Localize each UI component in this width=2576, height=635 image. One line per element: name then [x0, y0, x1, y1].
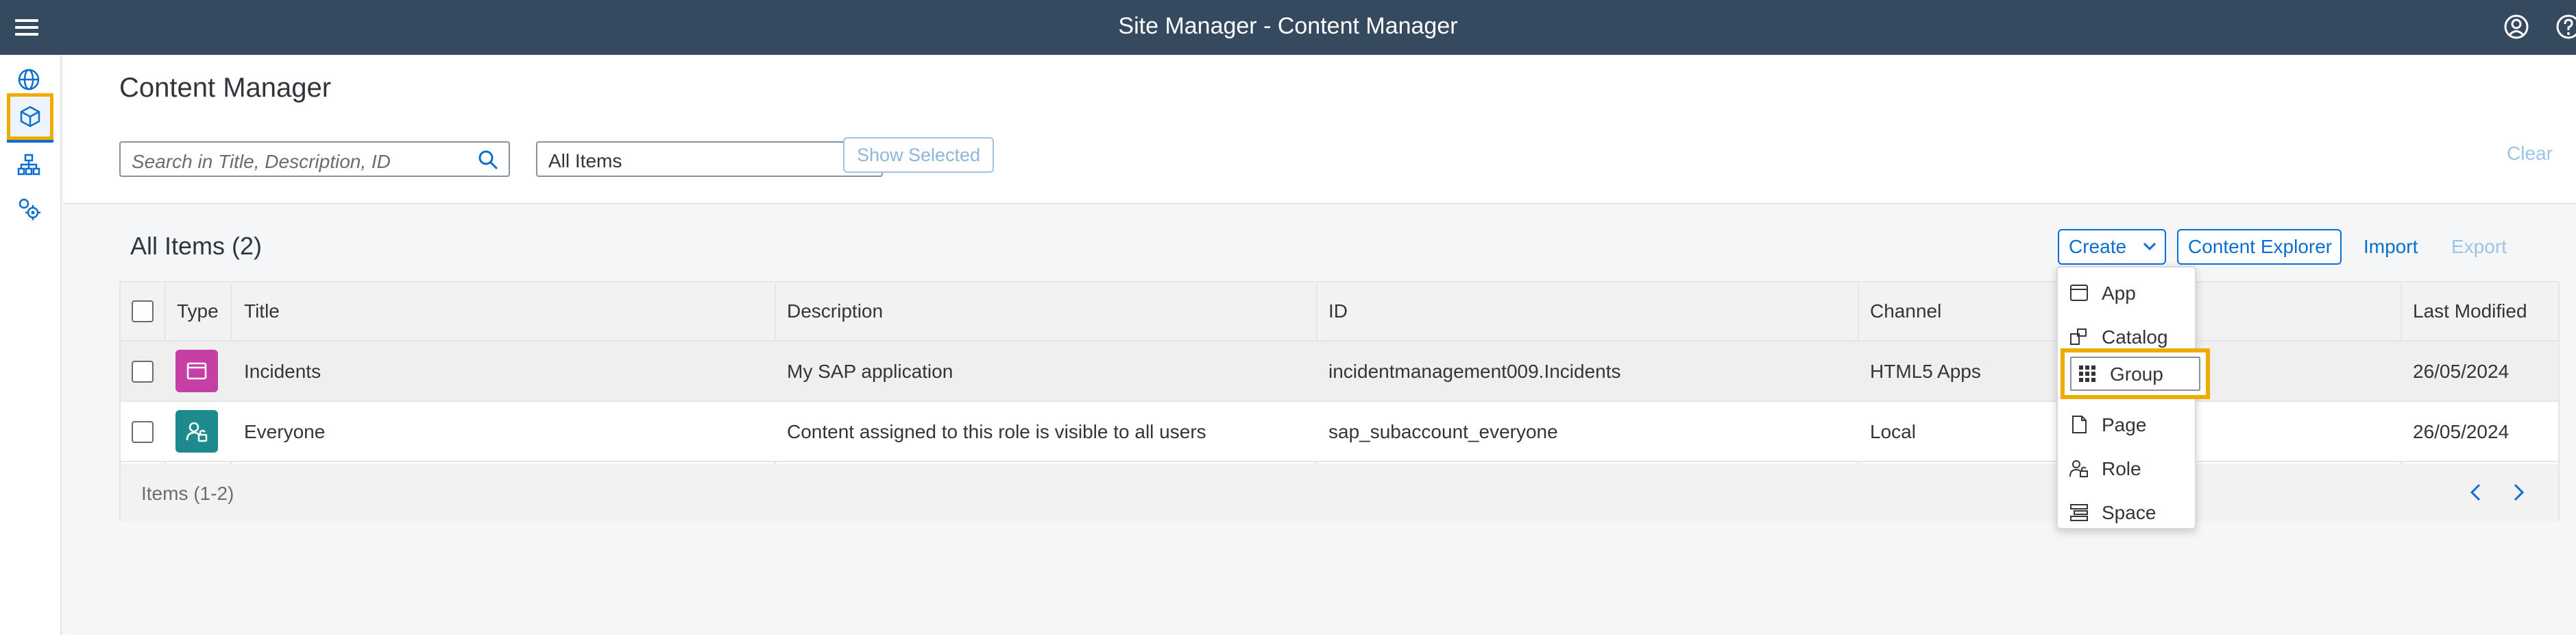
side-navigation	[0, 55, 62, 635]
menu-item-group[interactable]: Group	[2061, 348, 2210, 399]
row-description: Content assigned to this role is visible…	[787, 421, 1206, 442]
export-button[interactable]: Export	[2451, 236, 2507, 258]
menu-item-label: App	[2102, 283, 2136, 304]
search-icon[interactable]	[477, 149, 499, 171]
filter-value: All Items	[548, 150, 622, 171]
chevron-left-icon[interactable]	[2464, 480, 2488, 505]
role-icon	[2069, 460, 2088, 477]
row-checkbox[interactable]	[132, 421, 154, 443]
create-label: Create	[2069, 236, 2127, 257]
cube-icon	[20, 106, 40, 128]
role-type-icon	[175, 410, 218, 453]
globe-icon	[18, 69, 40, 91]
menu-item-label: Space	[2102, 502, 2156, 523]
chevron-down-icon	[2143, 242, 2156, 251]
row-description: My SAP application	[787, 361, 953, 382]
menu-item-label: Group	[2110, 363, 2163, 385]
search-input[interactable]: Search in Title, Description, ID	[119, 141, 510, 177]
menu-item-page[interactable]: Page	[2058, 403, 2195, 446]
show-selected-button[interactable]: Show Selected	[843, 137, 994, 173]
import-button[interactable]: Import	[2364, 236, 2418, 258]
column-header-last-modified[interactable]: Last Modified	[2413, 300, 2527, 322]
row-checkbox[interactable]	[132, 361, 154, 383]
search-placeholder: Search in Title, Description, ID	[132, 151, 391, 172]
row-channel: Local	[1870, 421, 1916, 442]
clear-link[interactable]: Clear	[2507, 143, 2553, 165]
app-window-icon	[2070, 285, 2088, 301]
create-menu: App Catalog Group Page Role Space	[2056, 266, 2210, 529]
menu-item-label: Role	[2102, 458, 2141, 479]
grid-icon	[2079, 366, 2095, 382]
row-title: Incidents	[244, 361, 321, 382]
items-filter-select[interactable]: All Items	[536, 141, 883, 177]
role-icon	[186, 422, 208, 442]
user-profile-icon[interactable]	[2503, 14, 2529, 40]
shell-title: Site Manager - Content Manager	[1118, 13, 1458, 39]
page-header: Content Manager Search in Title, Descrip…	[63, 55, 2576, 204]
menu-item-app[interactable]: App	[2058, 272, 2195, 314]
hierarchy-nav-item[interactable]	[11, 147, 47, 182]
space-icon	[2070, 504, 2088, 521]
row-title: Everyone	[244, 421, 326, 442]
row-last-modified: 26/05/2024	[2413, 421, 2510, 442]
items-count: Items (1-2)	[141, 483, 234, 504]
column-header-id[interactable]: ID	[1328, 300, 1348, 322]
settings-nav-item[interactable]	[11, 191, 47, 226]
shell-bar: Site Manager - Content Manager	[0, 0, 2576, 55]
page-icon	[2072, 416, 2087, 433]
menu-item-label: Catalog	[2102, 326, 2168, 348]
page-title: Content Manager	[119, 73, 332, 103]
row-id: sap_subaccount_everyone	[1328, 421, 1558, 442]
column-header-title[interactable]: Title	[244, 300, 280, 322]
items-heading: All Items (2)	[130, 232, 263, 260]
row-channel: HTML5 Apps	[1870, 361, 1981, 382]
hierarchy-icon	[17, 154, 40, 176]
content-manager-nav-item[interactable]	[7, 93, 53, 143]
select-all-checkbox[interactable]	[132, 300, 154, 322]
menu-item-role[interactable]: Role	[2058, 447, 2195, 490]
catalog-icon	[2070, 328, 2087, 345]
app-window-icon	[186, 362, 207, 380]
row-last-modified: 26/05/2024	[2413, 361, 2510, 382]
column-header-type[interactable]: Type	[177, 300, 219, 322]
help-icon[interactable]	[2555, 14, 2576, 40]
sites-nav-item[interactable]	[11, 62, 47, 97]
app-type-icon	[175, 350, 218, 392]
menu-item-space[interactable]: Space	[2058, 491, 2195, 534]
settings-icon	[19, 198, 40, 220]
column-header-description[interactable]: Description	[787, 300, 883, 322]
content-explorer-button[interactable]: Content Explorer	[2177, 229, 2342, 265]
chevron-right-icon[interactable]	[2506, 480, 2531, 505]
create-button[interactable]: Create	[2058, 229, 2166, 265]
column-header-channel[interactable]: Channel	[1870, 300, 1941, 322]
menu-item-label: Page	[2102, 414, 2147, 435]
row-id: incidentmanagement009.Incidents	[1328, 361, 1621, 382]
